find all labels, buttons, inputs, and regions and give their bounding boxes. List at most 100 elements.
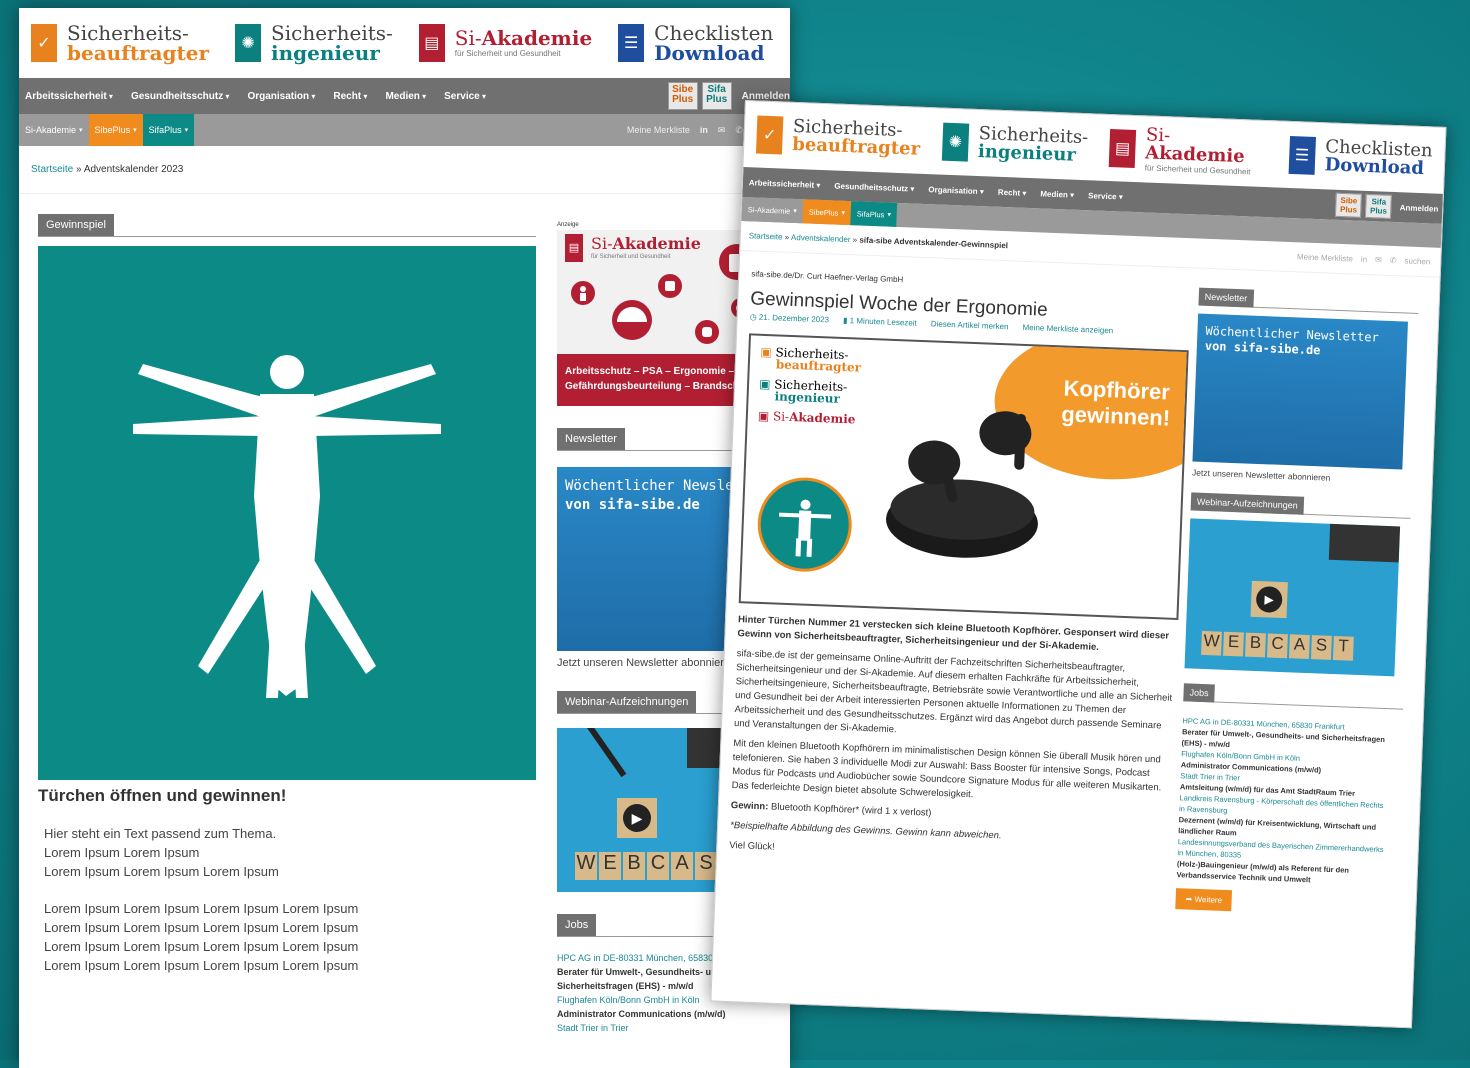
- text-line: Lorem Ipsum Lorem Ipsum Lorem Ipsum Lore…: [44, 920, 359, 935]
- nav-gesundheitsschutz[interactable]: Gesundheitsschutz: [834, 181, 914, 193]
- plus-label: Plus: [1339, 204, 1358, 215]
- paragraph-2: Lorem Ipsum Lorem Ipsum Lorem Ipsum Lore…: [44, 899, 530, 975]
- show-list-link[interactable]: Meine Merkliste anzeigen: [1022, 323, 1113, 335]
- newsletter-banner[interactable]: Wöchentlicher Newsletter von sifa-sibe.d…: [1192, 313, 1408, 470]
- text-line: Lorem Ipsum Lorem Ipsum Lorem Ipsum Lore…: [44, 939, 359, 954]
- brand-sicherheitsbeauftragter[interactable]: ✓ Sicherheits-beauftragter: [31, 23, 209, 63]
- plus-label: Plus: [706, 94, 728, 105]
- brand-header: ✓ Sicherheits-beauftragter ✺ Sicherheits…: [19, 8, 790, 78]
- text-line: Lorem Ipsum Lorem Ipsum Lorem Ipsum Lore…: [44, 901, 359, 916]
- ad-label: Anzeige: [557, 222, 579, 228]
- document-icon: ▤: [1109, 129, 1137, 169]
- nav-arbeitssicherheit[interactable]: Arbeitssicherheit: [749, 178, 821, 190]
- job-company[interactable]: Stadt Trier in Trier: [557, 1021, 757, 1035]
- tab-si-akademie[interactable]: Si-Akademie: [741, 196, 804, 224]
- phone-icon[interactable]: ✆: [1390, 256, 1397, 265]
- linkedin-icon[interactable]: in: [700, 125, 708, 135]
- newsletter-caption[interactable]: Jetzt unseren Newsletter abonnieren: [1192, 467, 1412, 485]
- text-line: Lorem Ipsum Lorem Ipsum Lorem Ipsum: [44, 864, 279, 879]
- main-column: Gewinnspiel Türchen öffnen und gewinnen!: [38, 214, 536, 993]
- main-nav: Arbeitssicherheit Gesundheitsschutz Orga…: [19, 78, 790, 114]
- login-link[interactable]: Anmelden: [1400, 203, 1439, 213]
- section-title: Jobs: [1183, 683, 1215, 703]
- tab-sibeplus[interactable]: SibePlus: [88, 114, 143, 146]
- brand-sicherheitsingenieur[interactable]: ✺ Sicherheits-ingenieur: [235, 23, 393, 63]
- breadcrumb-separator: »: [850, 235, 860, 245]
- mail-icon[interactable]: ✉: [1375, 255, 1382, 264]
- arrow-icon: ➦: [1185, 894, 1195, 904]
- prize-value: Bluetooth Kopfhörer* (wird 1 x verlost): [768, 801, 932, 819]
- sifa-plus-button[interactable]: Sifa Plus: [701, 82, 732, 110]
- brand-sicherheitsingenieur[interactable]: ✺ Sicherheits-ingenieur: [941, 122, 1089, 167]
- body-text: Hier steht ein Text passend zum Thema. L…: [38, 824, 536, 975]
- brand-checklisten[interactable]: ☰ Checklisten Download: [618, 23, 773, 63]
- article: sifa-sibe.de/Dr. Curt Haefner-Verlag Gmb…: [729, 269, 1191, 875]
- brand-sicherheitsbeauftragter[interactable]: ✓ Sicherheits-beauftragter: [755, 115, 921, 160]
- more-jobs-button[interactable]: ➦ Weitere: [1175, 888, 1233, 912]
- article-paragraph: Mit den kleinen Bluetooth Kopfhörern im …: [731, 738, 1162, 801]
- breadcrumb-home[interactable]: Startseite: [749, 231, 783, 241]
- sifa-plus-button[interactable]: Sifa Plus: [1365, 193, 1393, 219]
- section-title: Newsletter: [557, 428, 625, 450]
- vitruvian-badge-icon: [755, 475, 854, 574]
- tab-sibeplus[interactable]: SibePlus: [802, 199, 852, 226]
- vitruvian-man-figure: [779, 499, 832, 557]
- breadcrumb-separator: »: [73, 164, 84, 175]
- nav-service[interactable]: Service: [444, 91, 486, 102]
- plus-label: Plus: [1369, 206, 1388, 216]
- nav-recht[interactable]: Recht: [333, 91, 367, 102]
- phone-icon[interactable]: ✆: [735, 125, 743, 136]
- letter-block: A: [1288, 634, 1310, 660]
- mail-icon[interactable]: ✉: [718, 125, 726, 136]
- si-akademie-ad[interactable]: ▤ Si-Akademie für Sicherheit und Gesundh…: [557, 230, 757, 406]
- breadcrumb-current: Adventskalender 2023: [83, 164, 184, 175]
- sibe-plus-button[interactable]: Sibe Plus: [667, 82, 698, 110]
- ad-text-line2: Gefährdungsbeurteilung – Brandschutz: [565, 381, 754, 392]
- tab-sifaplus[interactable]: SifaPlus: [850, 201, 898, 227]
- text-line: Lorem Ipsum Lorem Ipsum: [44, 845, 200, 860]
- ad-text-line1: Arbeitsschutz – PSA – Ergonomie –: [565, 366, 735, 377]
- nav-medien[interactable]: Medien: [385, 91, 426, 102]
- section-header: Gewinnspiel: [38, 214, 536, 237]
- merkliste-link[interactable]: Meine Merkliste: [627, 125, 690, 135]
- letter-block: W: [575, 852, 597, 880]
- search-input[interactable]: suchen: [1404, 256, 1430, 266]
- checkmark-icon: ✓: [755, 115, 784, 155]
- date-meta: ◷ 21. Dezember 2023: [750, 312, 830, 324]
- brand-line1: Checklisten: [654, 21, 774, 45]
- nav-organisation[interactable]: Organisation: [247, 91, 315, 102]
- brand-si-akademie[interactable]: ▤ Si-Akademie für Sicherheit und Gesundhe…: [1109, 124, 1268, 177]
- nav-service[interactable]: Service: [1088, 191, 1123, 201]
- merkliste-link[interactable]: Meine Merkliste: [1297, 252, 1353, 263]
- keyboard-icon: [1328, 523, 1401, 563]
- webcast-image[interactable]: ▶ W E B C A S T: [1184, 518, 1401, 677]
- tab-si-akademie[interactable]: Si-Akademie: [19, 114, 89, 146]
- nav-organisation[interactable]: Organisation: [928, 185, 984, 196]
- promo-image: ▣ Sicherheits-beauftragter ▣ Sicherheits…: [738, 333, 1189, 621]
- play-icon: ▶: [1255, 586, 1283, 613]
- brand-line2: beauftragter: [791, 133, 921, 160]
- nav-medien[interactable]: Medien: [1040, 189, 1074, 199]
- brand-line1: Si-: [772, 409, 790, 424]
- sibe-plus-button[interactable]: Sibe Plus: [1335, 192, 1363, 218]
- page-right: ✓ Sicherheits-beauftragter ✺ Sicherheits…: [710, 100, 1447, 1029]
- safety-icons: [571, 244, 755, 344]
- nav-recht[interactable]: Recht: [998, 187, 1027, 197]
- breadcrumb-home[interactable]: Startseite: [31, 164, 73, 175]
- letter-block: S: [695, 852, 717, 880]
- page-left: ✓ Sicherheits-beauftragter ✺ Sicherheits…: [19, 8, 790, 1068]
- nav-gesundheitsschutz[interactable]: Gesundheitsschutz: [131, 91, 230, 102]
- bookmark-link[interactable]: Diesen Artikel merken: [931, 319, 1009, 331]
- breadcrumb-mid[interactable]: Adventskalender: [791, 233, 851, 244]
- promo-text: Kopfhörer gewinnen!: [1061, 375, 1172, 431]
- linkedin-icon[interactable]: in: [1361, 255, 1368, 264]
- brand-checklisten[interactable]: ☰ Checklisten Download: [1288, 135, 1433, 179]
- gear-icon: ✺: [235, 24, 262, 62]
- promo-brands: ▣ Sicherheits-beauftragter ▣ Sicherheits…: [758, 345, 862, 427]
- brand-line2: ingenieur: [774, 389, 841, 406]
- job-title[interactable]: Administrator Communications (m/w/d): [557, 1007, 757, 1021]
- tab-sifaplus[interactable]: SifaPlus: [142, 114, 195, 146]
- letter-block: S: [1310, 635, 1332, 660]
- nav-arbeitssicherheit[interactable]: Arbeitssicherheit: [25, 91, 113, 102]
- brand-si-akademie[interactable]: ▤ Si-Akademie für Sicherheit und Gesundhe…: [418, 24, 592, 62]
